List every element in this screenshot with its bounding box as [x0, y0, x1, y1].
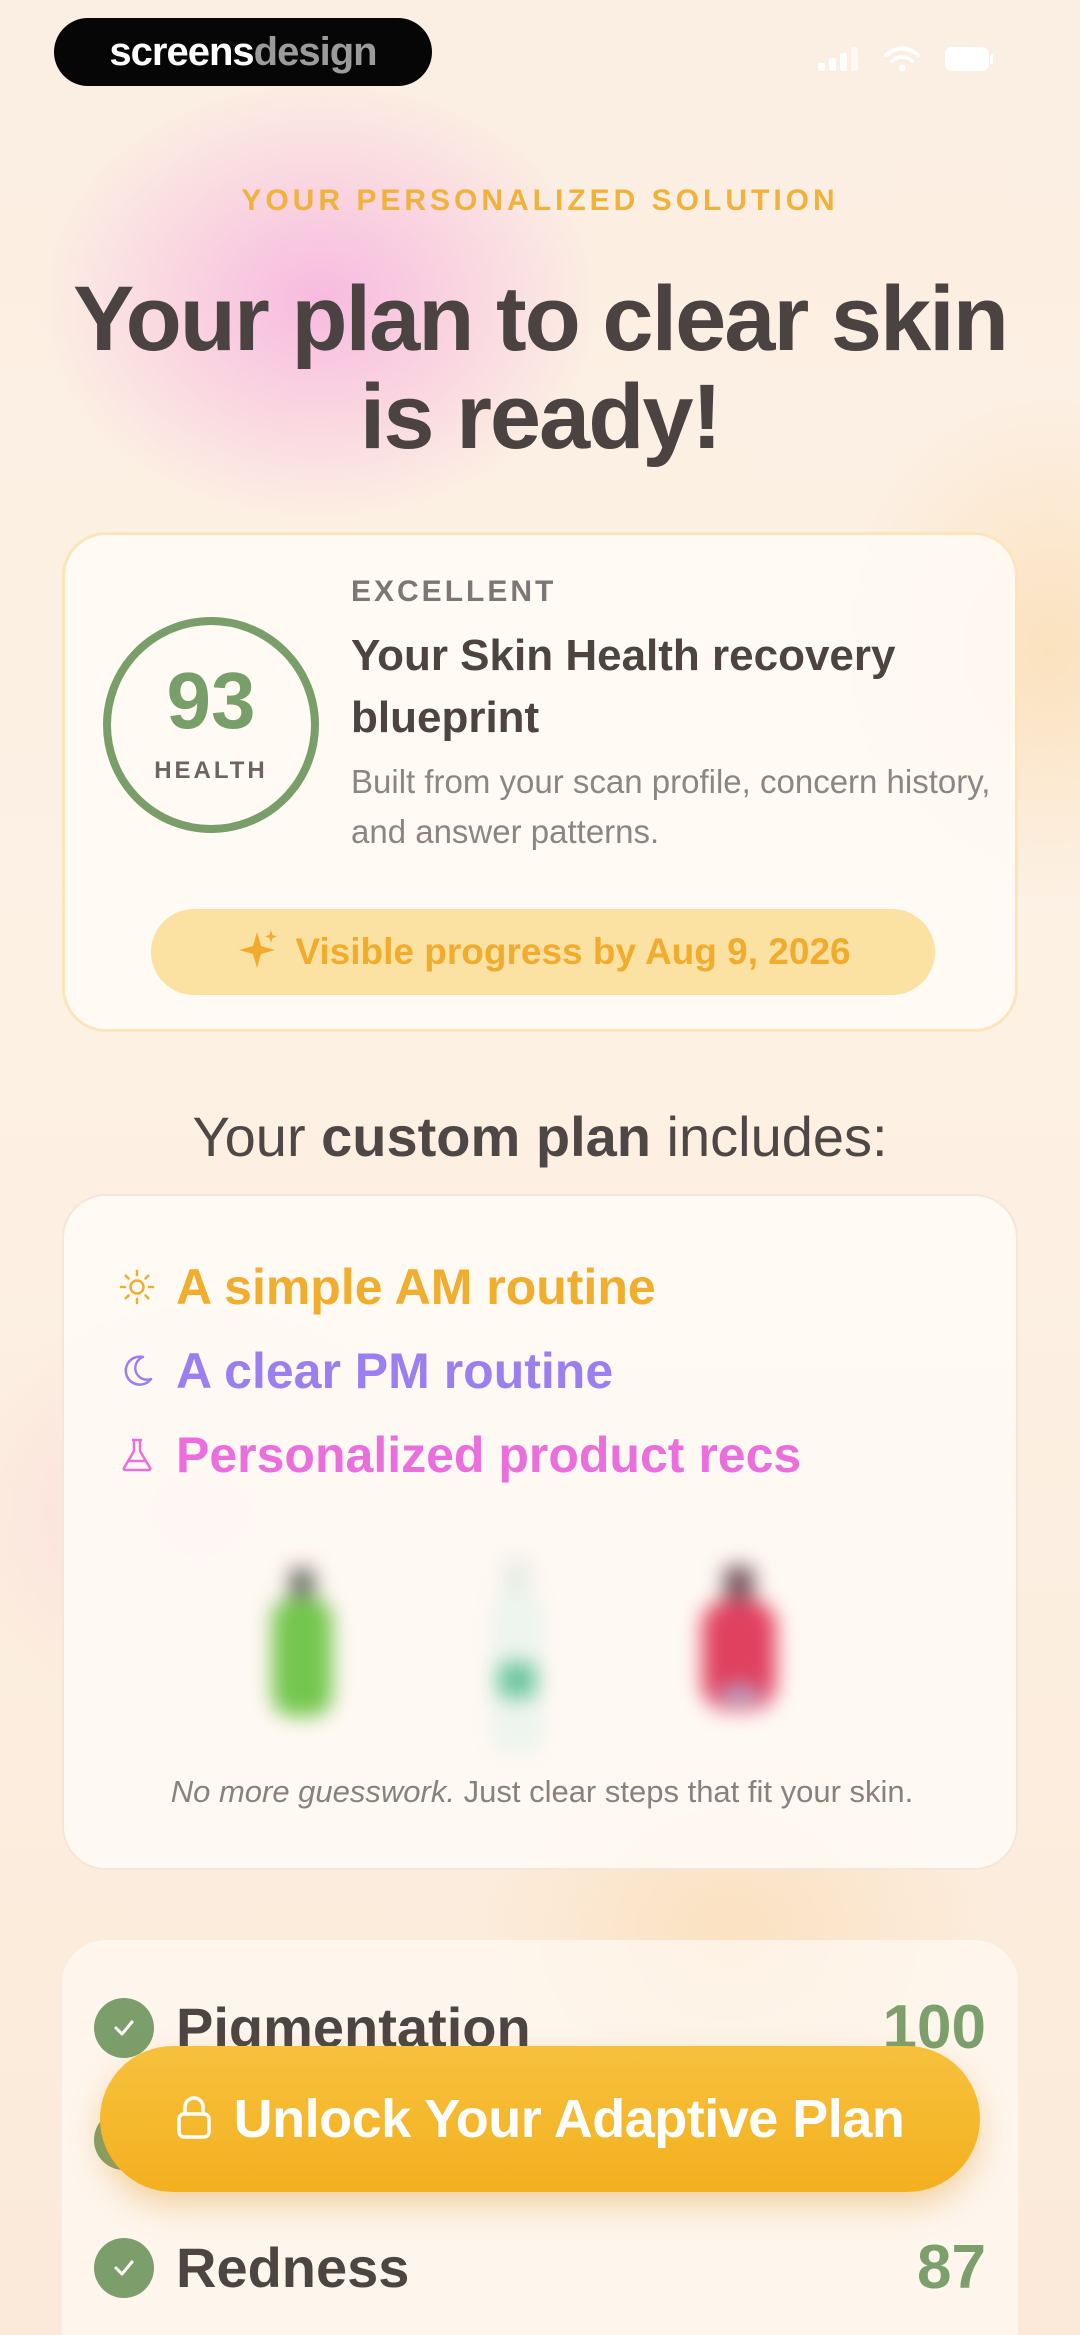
sun-icon	[118, 1269, 156, 1305]
brand-logo: screens design	[54, 18, 432, 86]
plan-item-am-routine: A simple AM routine	[118, 1258, 656, 1316]
plan-features-card: A simple AM routine A clear PM routine P…	[62, 1194, 1018, 1870]
progress-date-badge: Visible progress by Aug 9, 2026	[151, 909, 935, 995]
unlock-plan-label: Unlock Your Adaptive Plan	[233, 2089, 905, 2149]
battery-icon	[944, 46, 994, 77]
includes-prefix: Your	[192, 1105, 322, 1168]
plan-tagline: No more guesswork. Just clear steps that…	[64, 1774, 1020, 1810]
sparkle-icon	[235, 928, 279, 977]
health-score-label: HEALTH	[154, 757, 268, 784]
product-image-red	[694, 1566, 784, 1721]
unlock-plan-button[interactable]: Unlock Your Adaptive Plan	[100, 2046, 980, 2192]
plan-item-label: A simple AM routine	[176, 1259, 656, 1315]
concern-row: Redness 87	[94, 2232, 986, 2303]
health-score-value: 93	[166, 656, 256, 745]
cellular-signal-icon	[818, 47, 860, 76]
moon-icon	[118, 1353, 156, 1389]
health-score-ring: 93 HEALTH	[103, 617, 319, 833]
plan-item-pm-routine: A clear PM routine	[118, 1342, 613, 1400]
eyebrow-label: YOUR PERSONALIZED SOLUTION	[241, 184, 839, 217]
plan-item-product-recs: Personalized product recs	[118, 1426, 801, 1484]
logo-text-secondary: design	[253, 29, 378, 74]
lock-icon	[176, 2095, 212, 2144]
wifi-icon	[884, 46, 920, 77]
product-image-green	[262, 1568, 342, 1733]
check-icon	[94, 2237, 154, 2298]
concern-name: Redness	[176, 2236, 410, 2299]
plan-includes-heading: Your custom plan includes:	[0, 1104, 1080, 1169]
plan-item-label: Personalized product recs	[176, 1427, 802, 1483]
logo-text-primary: screens	[109, 29, 254, 74]
tagline-italic: No more guesswork.	[170, 1774, 455, 1809]
tagline-rest: Just clear steps that fit your skin.	[454, 1774, 914, 1809]
status-bar	[818, 46, 994, 77]
plan-item-label: A clear PM routine	[176, 1343, 614, 1399]
page-title: Your plan to clear skin is ready!	[73, 268, 1009, 468]
includes-bold: custom plan	[321, 1105, 651, 1168]
check-icon	[94, 1997, 154, 2058]
rating-label: EXCELLENT	[351, 575, 557, 608]
product-image-white	[482, 1558, 552, 1763]
concern-score: 87	[917, 2233, 986, 2302]
skin-health-card: 93 HEALTH EXCELLENT Your Skin Health rec…	[62, 532, 1018, 1032]
flask-icon	[118, 1437, 156, 1473]
progress-date-text: Visible progress by Aug 9, 2026	[295, 931, 851, 972]
blueprint-description: Built from your scan profile, concern hi…	[351, 763, 991, 850]
includes-suffix: includes:	[650, 1105, 888, 1168]
blueprint-title: Your Skin Health recovery blueprint	[351, 631, 896, 742]
